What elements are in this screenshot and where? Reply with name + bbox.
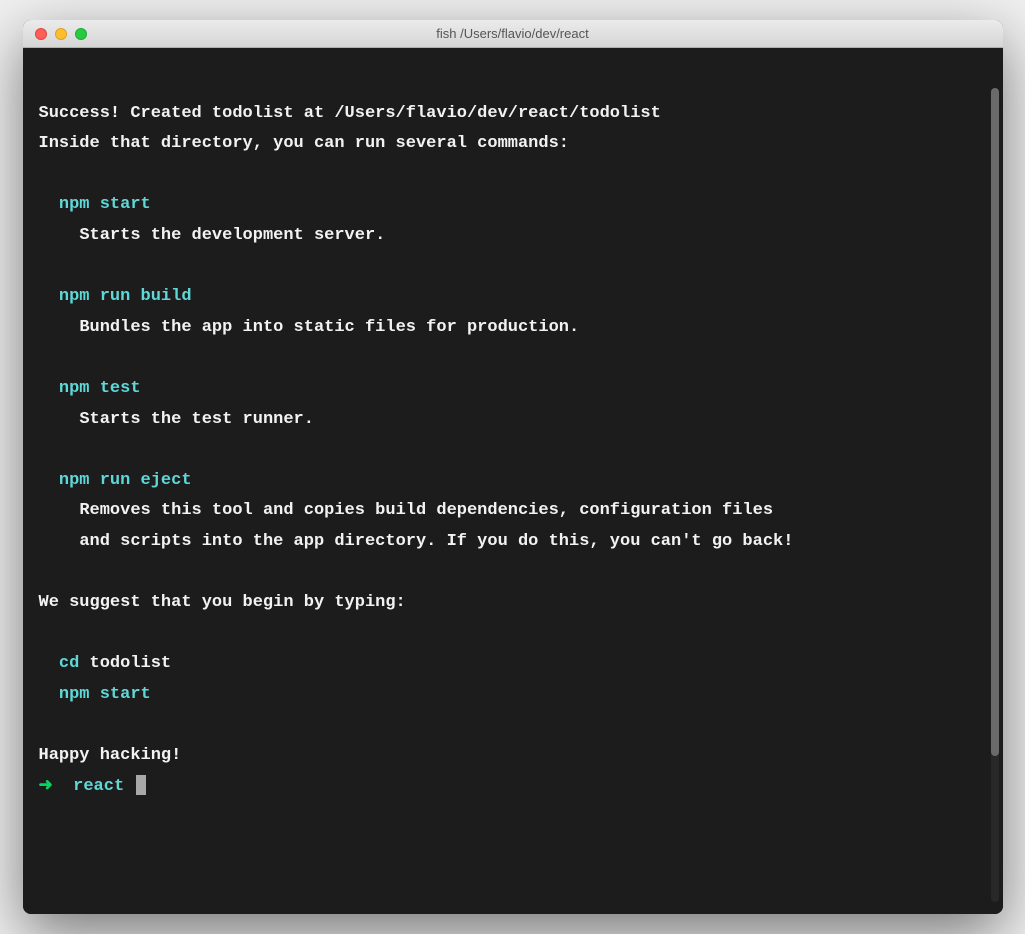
close-button[interactable]: [35, 28, 47, 40]
output-blank: [39, 160, 987, 191]
output-intro: Inside that directory, you can run sever…: [39, 129, 987, 160]
output-success: Success! Created todolist at /Users/flav…: [39, 99, 987, 130]
cd-line: cd todolist: [39, 649, 987, 680]
cmd-line: npm start: [39, 190, 987, 221]
output-happy: Happy hacking!: [39, 741, 987, 772]
cmd-desc: and scripts into the app directory. If y…: [39, 527, 987, 558]
output-blank: [39, 619, 987, 650]
cmd-line: npm run eject: [39, 466, 987, 497]
cmd-name: npm start: [59, 195, 151, 214]
output-line: [39, 68, 987, 99]
traffic-lights: [35, 28, 87, 40]
terminal-content[interactable]: Success! Created todolist at /Users/flav…: [23, 48, 1003, 914]
cmd-name: npm run eject: [59, 471, 192, 490]
minimize-button[interactable]: [55, 28, 67, 40]
cmd-desc: Removes this tool and copies build depen…: [39, 496, 987, 527]
output-blank: [39, 252, 987, 283]
output-blank: [39, 435, 987, 466]
cmd-name: npm test: [59, 379, 141, 398]
output-blank: [39, 558, 987, 589]
prompt-line[interactable]: ➜ react: [39, 772, 987, 803]
cmd-desc: Starts the test runner.: [39, 405, 987, 436]
cmd-line: npm run build: [39, 282, 987, 313]
prompt-cwd: react: [73, 777, 124, 796]
output-suggest: We suggest that you begin by typing:: [39, 588, 987, 619]
maximize-button[interactable]: [75, 28, 87, 40]
window-title: fish /Users/flavio/dev/react: [35, 26, 991, 41]
cmd-line: npm test: [39, 374, 987, 405]
titlebar[interactable]: fish /Users/flavio/dev/react: [23, 20, 1003, 48]
prompt-arrow-icon: ➜: [39, 777, 53, 796]
start-cmd: npm start: [59, 685, 151, 704]
output-blank: [39, 710, 987, 741]
scrollbar[interactable]: [991, 88, 999, 902]
cursor: [136, 775, 146, 795]
cmd-desc: Bundles the app into static files for pr…: [39, 313, 987, 344]
cd-arg: todolist: [90, 654, 172, 673]
cd-cmd: cd: [59, 654, 79, 673]
start-line: npm start: [39, 680, 987, 711]
output-blank: [39, 343, 987, 374]
scrollbar-thumb[interactable]: [991, 88, 999, 756]
cmd-desc: Starts the development server.: [39, 221, 987, 252]
cmd-name: npm run build: [59, 287, 192, 306]
terminal-window: fish /Users/flavio/dev/react Success! Cr…: [23, 20, 1003, 914]
